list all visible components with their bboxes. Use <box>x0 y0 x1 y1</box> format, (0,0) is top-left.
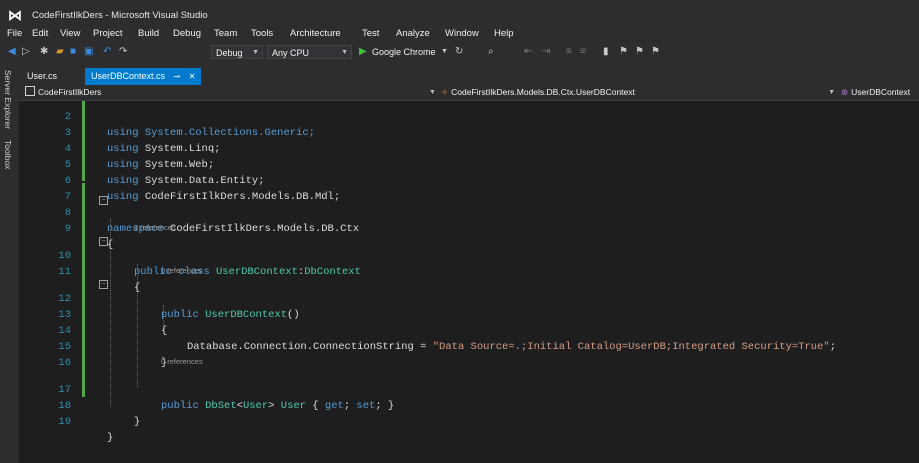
menu-view[interactable]: View <box>60 28 80 39</box>
nav-forward-icon[interactable]: ▷ <box>22 46 30 58</box>
save-icon[interactable]: ■ <box>70 46 76 58</box>
server-explorer-tab[interactable]: Server Explorer <box>3 70 13 129</box>
code-text: } <box>107 432 114 444</box>
window-title: CodeFirstIlkDers - Microsoft Visual Stud… <box>32 10 208 21</box>
find-icon[interactable]: ⌕ <box>488 46 494 58</box>
code-editor[interactable]: − − − 2 using System.Collections.Generic… <box>19 101 919 463</box>
chevron-down-icon[interactable]: ▼ <box>441 46 448 58</box>
standard-toolbar: ◀ ▷ ✱ ▰ ■ ▣ ↶ ↷ Debug ▼ Any CPU ▼ ▶ Goog… <box>0 42 919 64</box>
document-tabs: User.cs UserDBContext.cs ⊸ ✕ <box>19 64 919 85</box>
prev-bookmark-icon[interactable]: ⚑ <box>635 46 644 58</box>
menu-project[interactable]: Project <box>93 28 123 39</box>
menu-help[interactable]: Help <box>494 28 514 39</box>
side-tool-bar: Server Explorer Toolbox <box>0 64 19 463</box>
line-number: 19 <box>58 416 71 428</box>
code-line: 18 } <box>19 382 919 428</box>
code-text: } <box>134 416 141 428</box>
menu-bar: File Edit View Project Build Debug Team … <box>0 26 919 42</box>
menu-file[interactable]: File <box>7 28 22 39</box>
indent-icon[interactable]: ⇤ <box>524 46 532 58</box>
code-line: 11 { <box>19 248 919 294</box>
code-line: 14 Database.Connection.ConnectionString … <box>19 307 919 353</box>
comment-icon[interactable]: ≡ <box>566 46 572 58</box>
start-debug-button[interactable]: Google Chrome <box>372 46 436 58</box>
solution-config-value: Debug <box>216 48 243 58</box>
platform-value: Any CPU <box>272 48 310 58</box>
menu-architecture[interactable]: Architecture <box>290 28 341 39</box>
code-line: 7 <box>19 173 919 203</box>
toolbox-tab[interactable]: Toolbox <box>3 140 13 169</box>
solution-config-dropdown[interactable]: Debug ▼ <box>211 45 263 59</box>
uncomment-icon[interactable]: ≡ <box>580 46 586 58</box>
tab-label: UserDBContext.cs <box>91 71 166 81</box>
tab-userdbcontext-cs[interactable]: UserDBContext.cs ⊸ ✕ <box>85 68 202 85</box>
menu-test[interactable]: Test <box>362 28 379 39</box>
code-line: 8 namespace CodeFirstIlkDers.Models.DB.C… <box>19 189 919 235</box>
close-icon[interactable]: ✕ <box>189 72 196 81</box>
menu-debug[interactable]: Debug <box>173 28 201 39</box>
code-line: 3 using System.Linq; <box>19 109 919 155</box>
menu-team[interactable]: Team <box>214 28 237 39</box>
menu-analyze[interactable]: Analyze <box>396 28 430 39</box>
code-line: 17 public DbSet<User> User { get; set; } <box>19 366 919 412</box>
tab-user-cs[interactable]: User.cs <box>21 68 63 85</box>
tab-label: User.cs <box>27 71 58 81</box>
menu-build[interactable]: Build <box>138 28 159 39</box>
menu-edit[interactable]: Edit <box>32 28 48 39</box>
refresh-icon[interactable]: ↻ <box>455 46 463 58</box>
code-line: 9 { <box>19 205 919 251</box>
code-line: 6 using CodeFirstIlkDers.Models.DB.Mdl; <box>19 157 919 203</box>
code-line: 4 using System.Web; <box>19 125 919 171</box>
code-line: 12 public UserDBContext() <box>19 275 919 321</box>
pin-icon[interactable]: ⊸ <box>174 72 181 81</box>
code-line: 15 } <box>19 323 919 369</box>
next-bookmark-icon[interactable]: ⚑ <box>619 46 628 58</box>
code-line: 16 <box>19 339 919 369</box>
clear-bookmarks-icon[interactable]: ⚑ <box>651 46 660 58</box>
nav-back-icon[interactable]: ◀ <box>8 46 16 58</box>
code-line: 2 using System.Collections.Generic; <box>19 93 919 139</box>
code-line: 5 using System.Data.Entity; <box>19 141 919 187</box>
title-bar: ⋈ CodeFirstIlkDers - Microsoft Visual St… <box>0 0 919 26</box>
menu-tools[interactable]: Tools <box>251 28 273 39</box>
code-line: 10 public class UserDBContext:DbContext <box>19 232 919 278</box>
chevron-down-icon: ▼ <box>252 49 259 56</box>
open-file-icon[interactable]: ▰ <box>56 46 64 58</box>
menu-window[interactable]: Window <box>445 28 479 39</box>
save-all-icon[interactable]: ▣ <box>84 46 93 58</box>
vs-logo-icon: ⋈ <box>8 7 22 23</box>
redo-icon[interactable]: ↷ <box>119 46 127 58</box>
bookmark-icon[interactable]: ▮ <box>603 46 609 58</box>
outdent-icon[interactable]: ⇥ <box>542 46 550 58</box>
start-debug-icon[interactable]: ▶ <box>359 46 367 58</box>
undo-icon[interactable]: ↶ <box>103 46 111 58</box>
new-project-icon[interactable]: ✱ <box>40 46 48 58</box>
code-line: 13 { <box>19 291 919 337</box>
code-line: 19 } <box>19 398 919 444</box>
platform-dropdown[interactable]: Any CPU ▼ <box>267 45 352 59</box>
chevron-down-icon: ▼ <box>341 49 348 56</box>
